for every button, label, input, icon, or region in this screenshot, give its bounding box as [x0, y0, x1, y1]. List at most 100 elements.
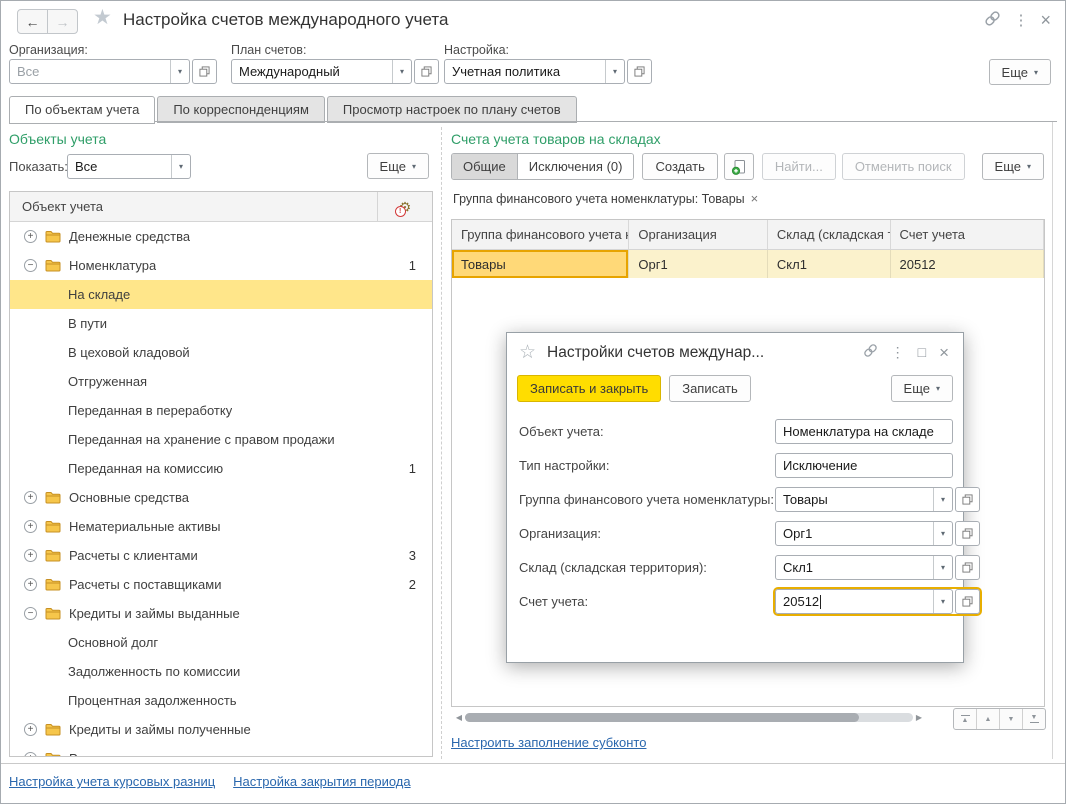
chart-of-accounts-input[interactable]: Международный ▾ — [231, 59, 412, 84]
account-open-button[interactable] — [955, 589, 980, 614]
scrollbar-thumb[interactable] — [465, 713, 860, 722]
tree-row[interactable]: − Кредиты и займы выданные — [10, 599, 432, 628]
tree-row[interactable]: На складе — [10, 280, 432, 309]
tree-row[interactable]: Переданная на хранение с правом продажи — [10, 425, 432, 454]
save-button[interactable]: Записать — [669, 375, 751, 402]
collapse-icon[interactable]: − — [24, 259, 37, 272]
expand-icon[interactable]: + — [24, 520, 37, 533]
configure-subconto-link[interactable]: Настроить заполнение субконто — [451, 735, 646, 750]
tree-row[interactable]: + Расчеты с клиентами 3 — [10, 541, 432, 570]
find-button[interactable]: Найти... — [761, 153, 836, 180]
tree-row[interactable]: В пути — [10, 309, 432, 338]
menu-kebab-icon[interactable]: ⋮ — [891, 345, 905, 359]
back-button[interactable]: ← — [18, 10, 48, 33]
period-closing-link[interactable]: Настройка закрытия периода — [233, 774, 410, 789]
tree-row[interactable]: В цеховой кладовой — [10, 338, 432, 367]
go-last-button[interactable]: ▼ — [1022, 709, 1045, 729]
exchange-differences-link[interactable]: Настройка учета курсовых разниц — [9, 774, 215, 789]
right-panel-more-button[interactable]: Еще ▾ — [981, 153, 1044, 180]
remove-filter-icon[interactable]: × — [751, 191, 759, 206]
warehouse-input[interactable]: Скл1 ▾ — [775, 555, 953, 580]
tree-row[interactable]: + Кредиты и займы полученные — [10, 715, 432, 744]
link-icon[interactable] — [984, 10, 1001, 30]
dialog-more-button[interactable]: Еще ▾ — [890, 375, 953, 402]
account-input[interactable]: 20512 ▾ — [775, 589, 953, 614]
tree-row[interactable]: Процентная задолженность — [10, 686, 432, 715]
tree-header[interactable]: Объект учета ⚙! — [10, 192, 432, 222]
expand-icon[interactable]: + — [24, 578, 37, 591]
table-column-header[interactable]: Счет учета — [891, 220, 1044, 249]
left-panel-more-button[interactable]: Еще ▾ — [366, 153, 429, 179]
table-column-header[interactable]: Склад (складская т... — [768, 220, 891, 249]
dropdown-arrow-icon[interactable]: ▾ — [605, 60, 624, 83]
tree-row[interactable]: + Основные средства — [10, 483, 432, 512]
tab-view-settings-by-chart[interactable]: Просмотр настроек по плану счетов — [326, 96, 577, 123]
tree-settings-column[interactable]: ⚙! — [377, 192, 432, 221]
expand-icon[interactable]: + — [24, 752, 37, 756]
dropdown-arrow-icon[interactable]: ▾ — [933, 522, 952, 545]
organization-input[interactable]: Орг1 ▾ — [775, 521, 953, 546]
expand-icon[interactable]: + — [24, 491, 37, 504]
table-cell[interactable]: Орг1 — [629, 250, 768, 278]
table-cell[interactable]: Товары — [452, 250, 630, 278]
toggle-exceptions[interactable]: Исключения (0) — [517, 154, 634, 179]
table-row[interactable]: Товары Орг1 Скл1 20512 — [452, 250, 1044, 278]
organization-input[interactable]: Все ▾ — [9, 59, 190, 84]
tree-row[interactable]: + Денежные средства — [10, 222, 432, 251]
setting-type-input[interactable]: Исключение — [775, 453, 953, 478]
link-icon[interactable] — [863, 343, 878, 361]
chart-of-accounts-open-button[interactable] — [414, 59, 439, 84]
setting-open-button[interactable] — [627, 59, 652, 84]
object-input[interactable]: Номенклатура на складе — [775, 419, 953, 444]
close-dialog-icon[interactable]: × — [939, 344, 949, 361]
favorite-star-outline-icon[interactable]: ☆ — [519, 341, 536, 364]
dropdown-arrow-icon[interactable]: ▾ — [392, 60, 411, 83]
dropdown-arrow-icon[interactable]: ▾ — [933, 556, 952, 579]
tree-row[interactable]: + Нематериальные активы — [10, 512, 432, 541]
dropdown-arrow-icon[interactable]: ▾ — [170, 60, 189, 83]
header-more-button[interactable]: Еще ▾ — [988, 59, 1051, 85]
dropdown-arrow-icon[interactable]: ▾ — [933, 590, 952, 613]
scroll-right-icon[interactable]: ▶ — [913, 713, 925, 722]
tree-row[interactable]: Переданная на комиссию 1 — [10, 454, 432, 483]
menu-kebab-icon[interactable]: ⋮ — [1013, 13, 1028, 28]
forward-button[interactable]: → — [48, 10, 77, 33]
fin-group-input[interactable]: Товары ▾ — [775, 487, 953, 512]
show-filter-select[interactable]: Все ▾ — [67, 154, 191, 179]
favorite-star-icon[interactable]: ★ — [93, 5, 112, 30]
create-button[interactable]: Создать — [642, 153, 718, 180]
table-cell[interactable]: Скл1 — [768, 250, 891, 278]
setting-input[interactable]: Учетная политика ▾ — [444, 59, 625, 84]
expand-icon[interactable]: + — [24, 230, 37, 243]
go-down-button[interactable]: ▼ — [999, 709, 1022, 729]
scroll-left-icon[interactable]: ◀ — [453, 713, 465, 722]
toggle-common[interactable]: Общие — [452, 154, 518, 179]
horizontal-scrollbar[interactable]: ◀ ▶ — [453, 711, 925, 724]
organization-open-button[interactable] — [192, 59, 217, 84]
go-first-button[interactable]: ▲ — [954, 709, 976, 729]
tab-by-correspondences[interactable]: По корреспонденциям — [157, 96, 325, 123]
expand-icon[interactable]: + — [24, 549, 37, 562]
collapse-icon[interactable]: − — [24, 607, 37, 620]
tree-row[interactable]: Отгруженная — [10, 367, 432, 396]
tree-row[interactable]: + Расчеты с сотрудниками — [10, 744, 432, 756]
cancel-search-button[interactable]: Отменить поиск — [841, 153, 965, 180]
save-and-close-button[interactable]: Записать и закрыть — [517, 375, 662, 402]
dropdown-arrow-icon[interactable]: ▾ — [171, 155, 190, 178]
scrollbar-track[interactable] — [465, 713, 913, 722]
tree-row[interactable]: Задолженность по комиссии — [10, 657, 432, 686]
tab-by-accounting-objects[interactable]: По объектам учета — [9, 96, 156, 124]
fin-group-open-button[interactable] — [955, 487, 980, 512]
tree-row[interactable]: Основной долг — [10, 628, 432, 657]
table-column-header[interactable]: Организация — [629, 220, 768, 249]
dropdown-arrow-icon[interactable]: ▾ — [933, 488, 952, 511]
tree-row[interactable]: − Номенклатура 1 — [10, 251, 432, 280]
expand-icon[interactable]: + — [24, 723, 37, 736]
maximize-icon[interactable]: □ — [918, 345, 926, 359]
table-cell[interactable]: 20512 — [891, 250, 1044, 278]
close-window-icon[interactable]: × — [1040, 11, 1051, 29]
go-up-button[interactable]: ▲ — [976, 709, 999, 729]
organization-open-button[interactable] — [955, 521, 980, 546]
tree-row[interactable]: + Расчеты с поставщиками 2 — [10, 570, 432, 599]
create-copy-button[interactable] — [723, 153, 754, 180]
